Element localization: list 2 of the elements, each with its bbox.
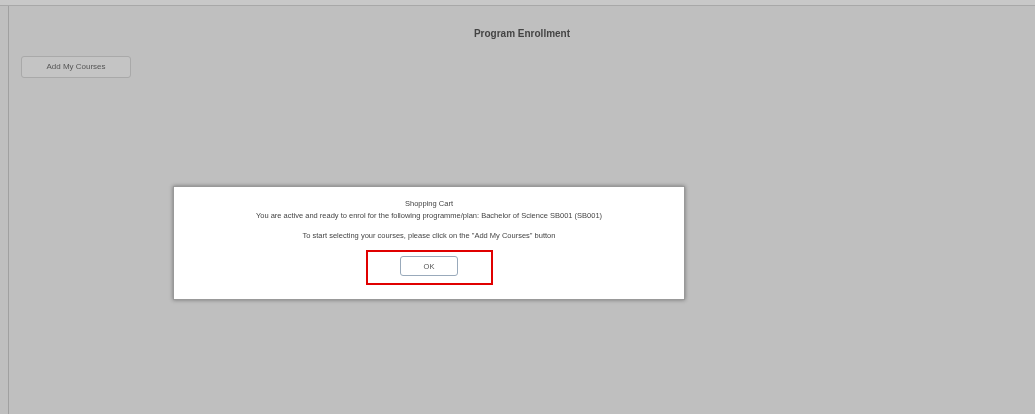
add-courses-button[interactable]: Add My Courses	[21, 55, 131, 78]
page-title: Program Enrollment	[472, 27, 572, 39]
